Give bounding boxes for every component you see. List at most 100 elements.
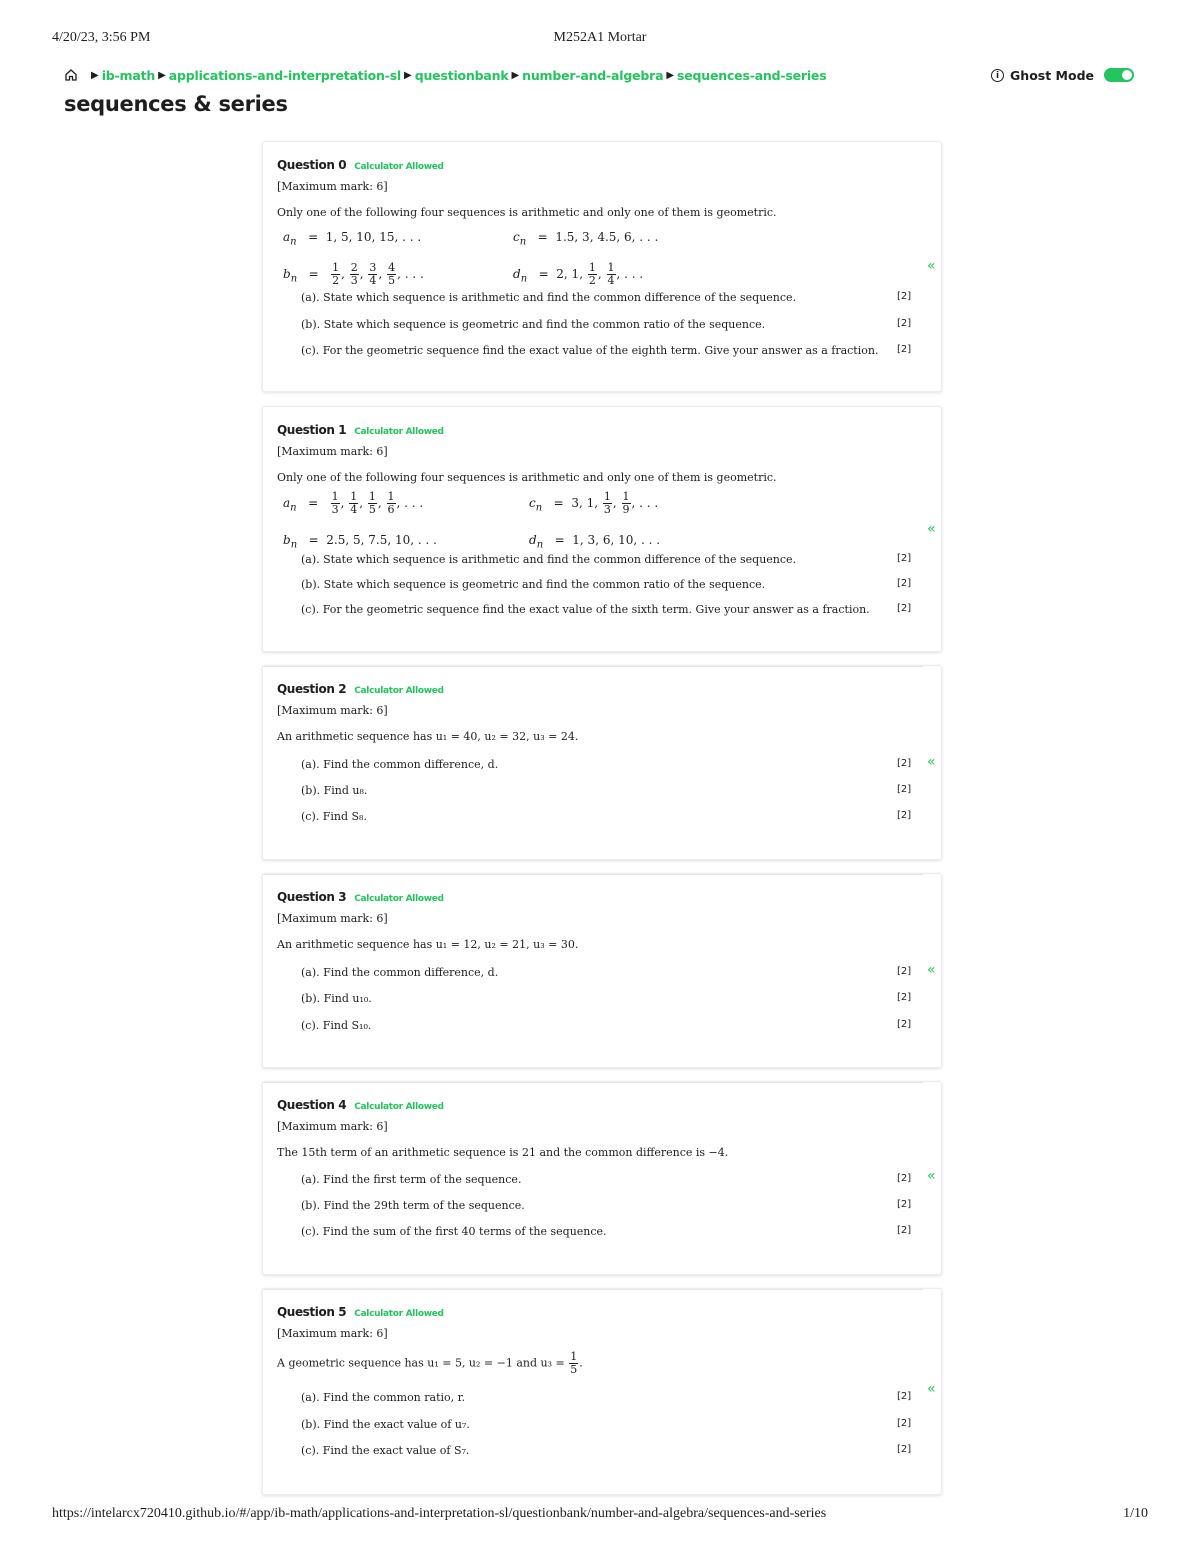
flag-icon[interactable]: [2] xyxy=(897,1444,911,1455)
breadcrumb-questionbank[interactable]: questionbank xyxy=(415,68,509,83)
fraction: 14 xyxy=(606,261,616,287)
max-mark: [Maximum mark: 6] xyxy=(277,912,388,925)
flag-icon[interactable]: [2] xyxy=(897,1173,911,1184)
flag-icon[interactable]: [2] xyxy=(897,553,911,564)
print-url: https://intelarcx720410.github.io/#/app/… xyxy=(52,1506,827,1521)
ghost-mode-label: Ghost Mode xyxy=(1010,67,1094,83)
flag-icon[interactable]: [2] xyxy=(897,578,911,589)
max-mark: [Maximum mark: 6] xyxy=(277,180,388,193)
collapse-chevron-icon[interactable]: « xyxy=(927,962,936,978)
max-mark: [Maximum mark: 6] xyxy=(277,1327,388,1340)
sequence-b: bn = 2.5, 5, 7.5, 10, . . . xyxy=(283,533,437,551)
question-stem: A geometric sequence has u₁ = 5, u₂ = −1… xyxy=(277,1350,583,1376)
print-page-number: 1/10 xyxy=(1123,1506,1148,1521)
question-card-1: Question 1 Calculator Allowed [Maximum m… xyxy=(262,406,942,652)
divider xyxy=(263,1082,923,1083)
collapse-chevron-icon[interactable]: « xyxy=(927,521,936,537)
fraction: 13 xyxy=(602,490,612,516)
flag-icon[interactable]: [2] xyxy=(897,1418,911,1429)
flag-icon[interactable]: [2] xyxy=(897,1391,911,1402)
question-part-b: (b). State which sequence is geometric a… xyxy=(301,578,766,591)
question-part-a: (a). Find the common difference, d. xyxy=(301,758,499,771)
breadcrumb-number-and-algebra[interactable]: number-and-algebra xyxy=(522,68,663,83)
question-part-a: (a). State which sequence is arithmetic … xyxy=(301,291,797,304)
sequence-d: dn = 1, 3, 6, 10, . . . xyxy=(529,533,661,551)
flag-icon[interactable]: [2] xyxy=(897,810,911,821)
flag-icon[interactable]: [2] xyxy=(897,1225,911,1236)
question-part-c: (c). Find S₁₀. xyxy=(301,1019,372,1032)
question-part-c: (c). For the geometric sequence find the… xyxy=(301,603,870,616)
breadcrumb-sequences-and-series[interactable]: sequences-and-series xyxy=(677,68,827,83)
question-part-a: (a). Find the first term of the sequence… xyxy=(301,1173,522,1186)
breadcrumb-ib-math[interactable]: ib-math xyxy=(102,68,156,83)
flag-icon[interactable]: [2] xyxy=(897,603,911,614)
question-title: Question 5 xyxy=(277,1305,347,1319)
fraction: 15 xyxy=(367,490,377,516)
divider xyxy=(263,874,923,875)
chevron-right-icon: ▶ xyxy=(158,69,166,81)
question-title: Question 4 xyxy=(277,1098,347,1112)
collapse-chevron-icon[interactable]: « xyxy=(927,258,936,274)
flag-icon[interactable]: [2] xyxy=(897,344,911,355)
flag-icon[interactable]: [2] xyxy=(897,291,911,302)
flag-icon[interactable]: [2] xyxy=(897,966,911,977)
calculator-badge: Calculator Allowed xyxy=(354,1309,444,1319)
question-title: Question 2 xyxy=(277,682,347,696)
question-part-b: (b). Find u₈. xyxy=(301,784,368,797)
breadcrumb-applications[interactable]: applications-and-interpretation-sl xyxy=(169,68,401,83)
collapse-chevron-icon[interactable]: « xyxy=(927,1381,936,1397)
flag-icon[interactable]: [2] xyxy=(897,1199,911,1210)
question-stem: Only one of the following four sequences… xyxy=(277,206,777,219)
question-card-2: Question 2 Calculator Allowed [Maximum m… xyxy=(262,665,942,860)
question-header: Question 1 Calculator Allowed xyxy=(277,423,444,437)
flag-icon[interactable]: [2] xyxy=(897,1019,911,1030)
question-part-b: (b). Find u₁₀. xyxy=(301,992,372,1005)
fraction: 12 xyxy=(587,261,597,287)
calculator-badge: Calculator Allowed xyxy=(354,894,444,904)
fraction: 23 xyxy=(349,261,359,287)
toggle-knob xyxy=(1122,70,1132,80)
question-part-b: (b). State which sequence is geometric a… xyxy=(301,318,766,331)
chevron-right-icon: ▶ xyxy=(404,69,412,81)
flag-icon[interactable]: [2] xyxy=(897,758,911,769)
collapse-chevron-icon[interactable]: « xyxy=(927,754,936,770)
chevron-right-icon: ▶ xyxy=(91,69,99,81)
calculator-badge: Calculator Allowed xyxy=(354,162,444,172)
question-part-b: (b). Find the 29th term of the sequence. xyxy=(301,1199,525,1212)
print-footer: https://intelarcx720410.github.io/#/app/… xyxy=(52,1506,1148,1524)
question-part-a: (a). State which sequence is arithmetic … xyxy=(301,553,797,566)
question-part-c: (c). Find the sum of the first 40 terms … xyxy=(301,1225,607,1238)
question-header: Question 5 Calculator Allowed xyxy=(277,1305,444,1319)
breadcrumb: ▶ ib-math ▶ applications-and-interpretat… xyxy=(64,64,1134,86)
fraction: 12 xyxy=(331,261,341,287)
info-icon[interactable]: i xyxy=(991,68,1005,82)
max-mark: [Maximum mark: 6] xyxy=(277,1120,388,1133)
question-card-0: Question 0 Calculator Allowed [Maximum m… xyxy=(262,141,942,392)
question-stem: The 15th term of an arithmetic sequence … xyxy=(277,1146,729,1159)
question-stem: An arithmetic sequence has u₁ = 12, u₂ =… xyxy=(277,938,579,951)
ghost-mode-toggle[interactable] xyxy=(1104,68,1134,82)
calculator-badge: Calculator Allowed xyxy=(354,1102,444,1112)
question-stem: Only one of the following four sequences… xyxy=(277,471,777,484)
max-mark: [Maximum mark: 6] xyxy=(277,704,388,717)
question-part-b: (b). Find the exact value of u₇. xyxy=(301,1418,470,1431)
flag-icon[interactable]: [2] xyxy=(897,318,911,329)
fraction: 16 xyxy=(386,490,396,516)
flag-icon[interactable]: [2] xyxy=(897,784,911,795)
fraction: 45 xyxy=(387,261,397,287)
divider xyxy=(263,1289,923,1290)
divider xyxy=(263,666,923,667)
question-title: Question 0 xyxy=(277,158,347,172)
home-icon[interactable] xyxy=(64,68,78,82)
sequence-d: dn = 2, 1, 12, 14, . . . xyxy=(513,261,644,287)
question-part-c: (c). For the geometric sequence find the… xyxy=(301,344,879,357)
flag-icon[interactable]: [2] xyxy=(897,992,911,1003)
fraction: 34 xyxy=(368,261,378,287)
fraction: 14 xyxy=(349,490,359,516)
ghost-mode-control: i Ghost Mode xyxy=(991,64,1134,86)
sequence-b: bn = 12, 23, 34, 45, . . . xyxy=(283,261,424,287)
question-title: Question 1 xyxy=(277,423,347,437)
chevron-right-icon: ▶ xyxy=(666,69,675,81)
question-card-5: Question 5 Calculator Allowed [Maximum m… xyxy=(262,1288,942,1495)
collapse-chevron-icon[interactable]: « xyxy=(927,1168,936,1184)
